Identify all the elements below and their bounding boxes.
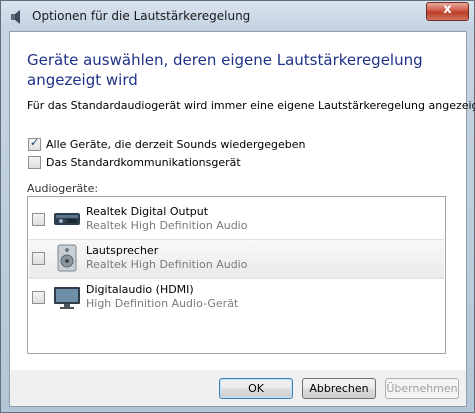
list-item[interactable]: Lautsprecher Realtek High Definition Aud… bbox=[29, 239, 444, 279]
device-list: Realtek Digital Output Realtek High Defi… bbox=[27, 196, 446, 354]
option-communication-device[interactable]: Das Standardkommunikationsgerät bbox=[28, 154, 241, 170]
device-subtitle: Realtek High Definition Audio bbox=[86, 258, 248, 271]
device-subtitle: Realtek High Definition Audio bbox=[86, 219, 248, 232]
dialog-window: Optionen für die Lautstärkeregelung x Ge… bbox=[0, 0, 475, 413]
checkbox-all-devices[interactable] bbox=[28, 136, 41, 151]
monitor-icon bbox=[54, 287, 80, 309]
device-name: Digitalaudio (HDMI) bbox=[86, 283, 194, 296]
main-panel: Geräte auswählen, deren eigene Lautstärk… bbox=[10, 32, 475, 370]
speaker-icon bbox=[57, 244, 77, 272]
description-text: Für das Standardaudiogerät wird immer ei… bbox=[27, 99, 475, 112]
list-item[interactable]: Digitalaudio (HDMI) High Definition Audi… bbox=[29, 279, 444, 317]
cancel-button[interactable]: Abbrechen bbox=[302, 378, 376, 399]
close-icon: x bbox=[443, 2, 452, 17]
device-checkbox[interactable] bbox=[32, 291, 45, 304]
page-title: Geräte auswählen, deren eigene Lautstärk… bbox=[27, 51, 423, 89]
device-checkbox[interactable] bbox=[32, 213, 45, 226]
apply-button[interactable]: Übernehmen bbox=[385, 378, 459, 399]
digital-output-icon bbox=[54, 213, 80, 225]
option-label: Alle Geräte, die derzeit Sounds wiederge… bbox=[46, 137, 306, 151]
device-subtitle: High Definition Audio-Gerät bbox=[86, 297, 239, 310]
ok-button[interactable]: OK bbox=[219, 378, 293, 399]
window-title: Optionen für die Lautstärkeregelung bbox=[32, 9, 251, 23]
option-label: Das Standardkommunikationsgerät bbox=[46, 155, 241, 169]
speaker-icon bbox=[11, 10, 20, 24]
dialog-content: Geräte auswählen, deren eigene Lautstärk… bbox=[9, 31, 475, 407]
device-checkbox[interactable] bbox=[32, 252, 45, 265]
option-all-devices[interactable]: Alle Geräte, die derzeit Sounds wiederge… bbox=[28, 136, 306, 152]
device-name: Realtek Digital Output bbox=[86, 205, 209, 218]
checkbox-communication-device[interactable] bbox=[28, 155, 41, 169]
close-button[interactable]: x bbox=[426, 2, 469, 21]
devices-label: Audiogeräte: bbox=[27, 182, 99, 195]
device-name: Lautsprecher bbox=[86, 244, 159, 257]
list-item[interactable]: Realtek Digital Output Realtek High Defi… bbox=[29, 201, 444, 239]
title-bar[interactable]: Optionen für die Lautstärkeregelung x bbox=[1, 1, 474, 31]
